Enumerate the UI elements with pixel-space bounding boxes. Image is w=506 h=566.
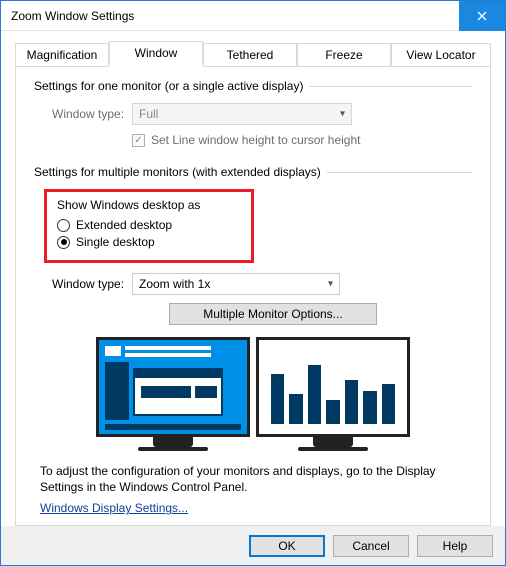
chevron-down-icon: ▾	[328, 279, 333, 290]
tab-panel: Settings for one monitor (or a single ac…	[15, 64, 491, 526]
section-multi-monitor-title: Settings for multiple monitors (with ext…	[34, 165, 321, 179]
windows-display-settings-link[interactable]: Windows Display Settings...	[40, 501, 188, 515]
set-line-row: ✓ Set Line window height to cursor heigh…	[34, 133, 472, 147]
bar	[382, 384, 395, 424]
radio-icon	[57, 219, 70, 232]
window-type-row-single: Window type: Full ▾	[34, 103, 472, 125]
section-multi-monitor-header: Settings for multiple monitors (with ext…	[34, 165, 472, 179]
show-desktop-group-highlight: Show Windows desktop as Extended desktop…	[44, 189, 254, 263]
bar	[271, 374, 284, 424]
bar	[363, 391, 376, 424]
dialog-footer: OK Cancel Help	[1, 526, 505, 565]
mmo-wrap: Multiple Monitor Options...	[34, 303, 472, 325]
monitor-2	[256, 337, 410, 451]
close-icon	[477, 11, 487, 21]
radio-single-desktop[interactable]: Single desktop	[57, 235, 241, 249]
monitor-1	[96, 337, 250, 451]
window-type-label-multi: Window type:	[52, 277, 132, 291]
ok-button[interactable]: OK	[249, 535, 325, 557]
monitor-2-screen	[256, 337, 410, 437]
window-type-combo-multi[interactable]: Zoom with 1x ▾	[132, 273, 340, 295]
tab-view-locator[interactable]: View Locator	[391, 43, 491, 67]
window-type-combo-single: Full ▾	[132, 103, 352, 125]
multiple-monitor-options-button[interactable]: Multiple Monitor Options...	[169, 303, 377, 325]
radio-extended-desktop[interactable]: Extended desktop	[57, 218, 241, 232]
close-button[interactable]	[459, 1, 505, 31]
show-desktop-label: Show Windows desktop as	[57, 198, 241, 212]
set-line-label: Set Line window height to cursor height	[151, 133, 360, 147]
window-type-row-multi: Window type: Zoom with 1x ▾	[34, 273, 472, 295]
tab-window[interactable]: Window	[109, 41, 203, 65]
checkbox-icon: ✓	[132, 134, 145, 147]
divider	[309, 86, 472, 87]
bar	[326, 400, 339, 424]
bar	[345, 380, 358, 424]
tab-strip: Magnification Window Tethered Freeze Vie…	[15, 41, 491, 65]
window-type-label-single: Window type:	[52, 107, 132, 121]
chevron-down-icon: ▾	[340, 109, 345, 120]
cancel-button[interactable]: Cancel	[333, 535, 409, 557]
bar	[289, 394, 302, 424]
dialog-content: Magnification Window Tethered Freeze Vie…	[1, 31, 505, 526]
radio-icon	[57, 236, 70, 249]
help-text: To adjust the configuration of your moni…	[40, 463, 462, 495]
section-one-monitor-title: Settings for one monitor (or a single ac…	[34, 79, 303, 93]
bar	[308, 365, 321, 424]
tab-tethered[interactable]: Tethered	[203, 43, 297, 67]
window-title: Zoom Window Settings	[11, 9, 459, 23]
monitor-1-screen	[96, 337, 250, 437]
help-button[interactable]: Help	[417, 535, 493, 557]
monitor-preview	[34, 337, 472, 451]
section-one-monitor-header: Settings for one monitor (or a single ac…	[34, 79, 472, 93]
tab-magnification[interactable]: Magnification	[15, 43, 109, 67]
divider	[327, 172, 472, 173]
titlebar: Zoom Window Settings	[1, 1, 505, 31]
dialog-window: Zoom Window Settings Magnification Windo…	[0, 0, 506, 566]
set-line-checkbox: ✓ Set Line window height to cursor heigh…	[132, 133, 360, 147]
tab-freeze[interactable]: Freeze	[297, 43, 391, 67]
